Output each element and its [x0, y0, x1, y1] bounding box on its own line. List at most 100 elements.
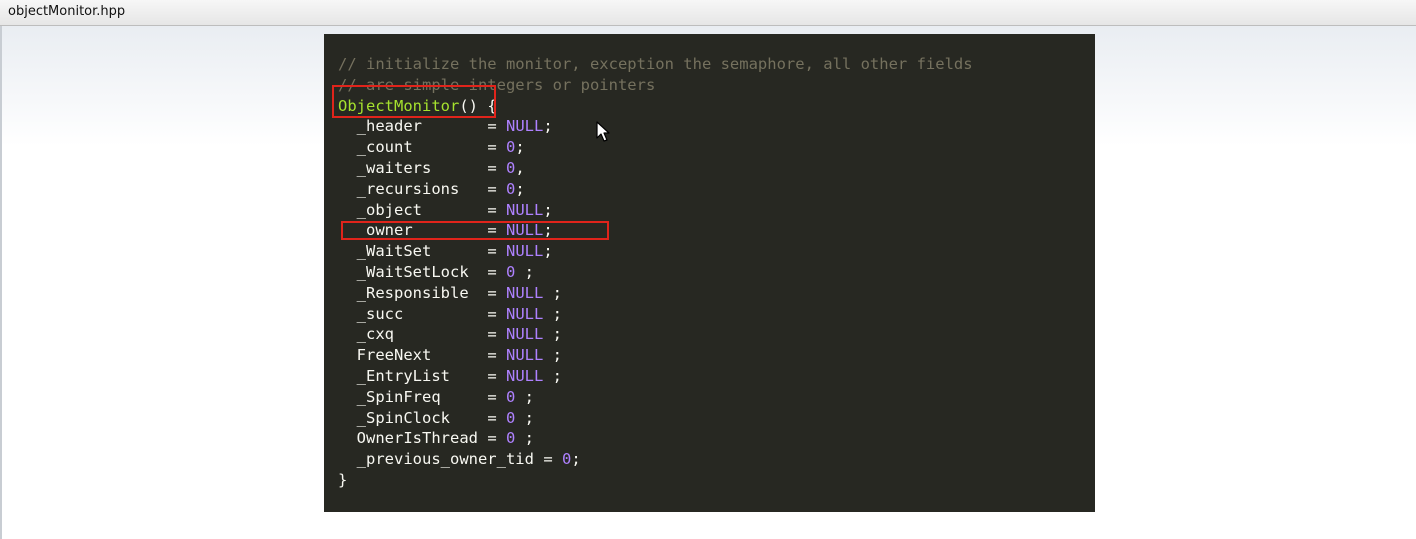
assign-operator: =	[487, 200, 506, 219]
assign-operator: =	[487, 158, 506, 177]
field-assignment-line: _SpinClock = 0 ;	[338, 408, 973, 429]
field-value: 0	[505, 408, 516, 427]
field-assignment-line: _WaitSet = NULL;	[338, 241, 973, 262]
statement-end: ;	[543, 242, 553, 261]
assign-operator: =	[487, 346, 506, 365]
field-name: OwnerIsThread	[338, 429, 488, 448]
code-comment: // are simple integers or pointers	[338, 75, 656, 94]
field-name: _Responsible	[338, 283, 488, 302]
statement-end: ,	[515, 158, 525, 177]
assign-operator: =	[487, 242, 506, 261]
window-title: objectMonitor.hpp	[8, 4, 126, 19]
field-value: 0	[561, 450, 572, 469]
assign-operator: =	[487, 325, 506, 344]
field-value: NULL	[505, 200, 544, 219]
code-line: }	[338, 470, 973, 491]
field-name: _waiters	[338, 158, 488, 177]
code-line: // are simple integers or pointers	[338, 75, 973, 96]
field-value: NULL	[505, 221, 544, 240]
field-assignment-line: _waiters = 0,	[338, 158, 973, 179]
field-name: _owner	[338, 221, 488, 240]
statement-end: ;	[543, 283, 562, 302]
statement-end: ;	[543, 366, 562, 385]
assign-operator: =	[487, 408, 506, 427]
field-name: _WaitSetLock	[338, 262, 488, 281]
statement-end: ;	[543, 117, 553, 136]
assign-operator: =	[487, 179, 506, 198]
field-assignment-line: _cxq = NULL ;	[338, 324, 973, 345]
field-assignment-line: _owner = NULL;	[338, 220, 973, 241]
field-assignment-line: _count = 0;	[338, 137, 973, 158]
constructor-name: ObjectMonitor	[338, 96, 460, 115]
field-value: NULL	[505, 366, 544, 385]
code-block: // initialize the monitor, exception the…	[338, 54, 973, 491]
code-line: ObjectMonitor() {	[338, 96, 973, 117]
statement-end: ;	[543, 325, 562, 344]
image-viewer-window: objectMonitor.hpp // initialize the moni…	[0, 0, 1416, 539]
field-assignment-line: _Responsible = NULL ;	[338, 283, 973, 304]
assign-operator: =	[543, 450, 562, 469]
field-value: 0	[505, 429, 516, 448]
field-name: _EntryList	[338, 366, 488, 385]
assign-operator: =	[487, 117, 506, 136]
field-name: _recursions	[338, 179, 488, 198]
field-assignment-line: _recursions = 0;	[338, 179, 973, 200]
field-assignment-line: FreeNext = NULL ;	[338, 345, 973, 366]
field-value: 0	[505, 262, 516, 281]
assign-operator: =	[487, 262, 506, 281]
field-lines: _header = NULL; _count = 0; _waiters = 0…	[338, 116, 973, 470]
code-line: // initialize the monitor, exception the…	[338, 54, 973, 75]
field-assignment-line: _WaitSetLock = 0 ;	[338, 262, 973, 283]
assign-operator: =	[487, 138, 506, 157]
field-assignment-line: _header = NULL;	[338, 116, 973, 137]
assign-operator: =	[487, 429, 506, 448]
field-name: _cxq	[338, 325, 488, 344]
statement-end: ;	[543, 346, 562, 365]
closing-brace: }	[338, 470, 348, 489]
statement-end: ;	[543, 200, 553, 219]
statement-end: ;	[571, 450, 581, 469]
field-value: 0	[505, 387, 516, 406]
field-value: NULL	[505, 117, 544, 136]
field-name: _previous_owner_tid	[338, 450, 544, 469]
statement-end: ;	[515, 387, 534, 406]
field-name: _SpinClock	[338, 408, 488, 427]
assign-operator: =	[487, 221, 506, 240]
statement-end: ;	[515, 138, 525, 157]
mouse-cursor-icon	[596, 121, 610, 142]
field-name: _SpinFreq	[338, 387, 488, 406]
field-value: NULL	[505, 304, 544, 323]
field-name: _header	[338, 117, 488, 136]
assign-operator: =	[487, 304, 506, 323]
statement-end: ;	[543, 221, 553, 240]
field-name: _WaitSet	[338, 242, 488, 261]
title-bar: objectMonitor.hpp	[0, 0, 1416, 26]
field-value: NULL	[505, 283, 544, 302]
code-comment: // initialize the monitor, exception the…	[338, 55, 973, 73]
field-assignment-line: _object = NULL;	[338, 200, 973, 221]
field-name: FreeNext	[338, 346, 488, 365]
statement-end: ;	[515, 179, 525, 198]
assign-operator: =	[487, 387, 506, 406]
statement-end: ;	[543, 304, 562, 323]
field-assignment-line: _SpinFreq = 0 ;	[338, 387, 973, 408]
statement-end: ;	[515, 429, 534, 448]
field-name: _object	[338, 200, 488, 219]
field-value: NULL	[505, 325, 544, 344]
assign-operator: =	[487, 283, 506, 302]
field-value: 0	[505, 179, 516, 198]
field-name: _succ	[338, 304, 488, 323]
field-value: 0	[505, 158, 516, 177]
field-assignment-line: OwnerIsThread = 0 ;	[338, 428, 973, 449]
statement-end: ;	[515, 408, 534, 427]
field-value: NULL	[505, 242, 544, 261]
field-assignment-line: _EntryList = NULL ;	[338, 366, 973, 387]
field-value: 0	[505, 138, 516, 157]
field-name: _count	[338, 138, 488, 157]
statement-end: ;	[515, 262, 534, 281]
assign-operator: =	[487, 366, 506, 385]
field-assignment-line: _previous_owner_tid = 0;	[338, 449, 973, 470]
field-value: NULL	[505, 346, 544, 365]
constructor-parens: () {	[459, 96, 497, 115]
field-assignment-line: _succ = NULL ;	[338, 304, 973, 325]
